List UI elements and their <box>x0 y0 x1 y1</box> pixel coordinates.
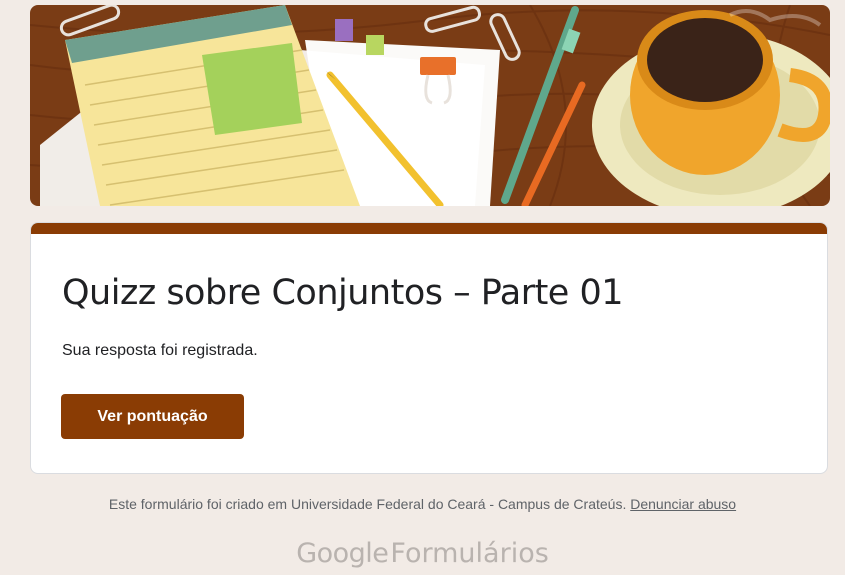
header-banner-image <box>30 5 830 206</box>
brand-forms-text: Formulários <box>390 538 549 569</box>
confirmation-message: Sua resposta foi registrada. <box>62 342 258 359</box>
report-abuse-link[interactable]: Denunciar abuso <box>630 496 736 512</box>
footer-created-text: Este formulário foi criado em Universida… <box>108 496 627 512</box>
form-title: Quizz sobre Conjuntos – Parte 01 <box>62 273 624 313</box>
view-score-button[interactable]: Ver pontuação <box>61 394 244 439</box>
confirmation-card: Quizz sobre Conjuntos – Parte 01 Sua res… <box>30 222 828 474</box>
footer-notice: Este formulário foi criado em Universida… <box>0 496 845 512</box>
brand-google-text: Google <box>296 538 389 569</box>
google-forms-logo[interactable]: GoogleFormulários <box>0 538 845 569</box>
card-accent-bar <box>31 223 827 234</box>
